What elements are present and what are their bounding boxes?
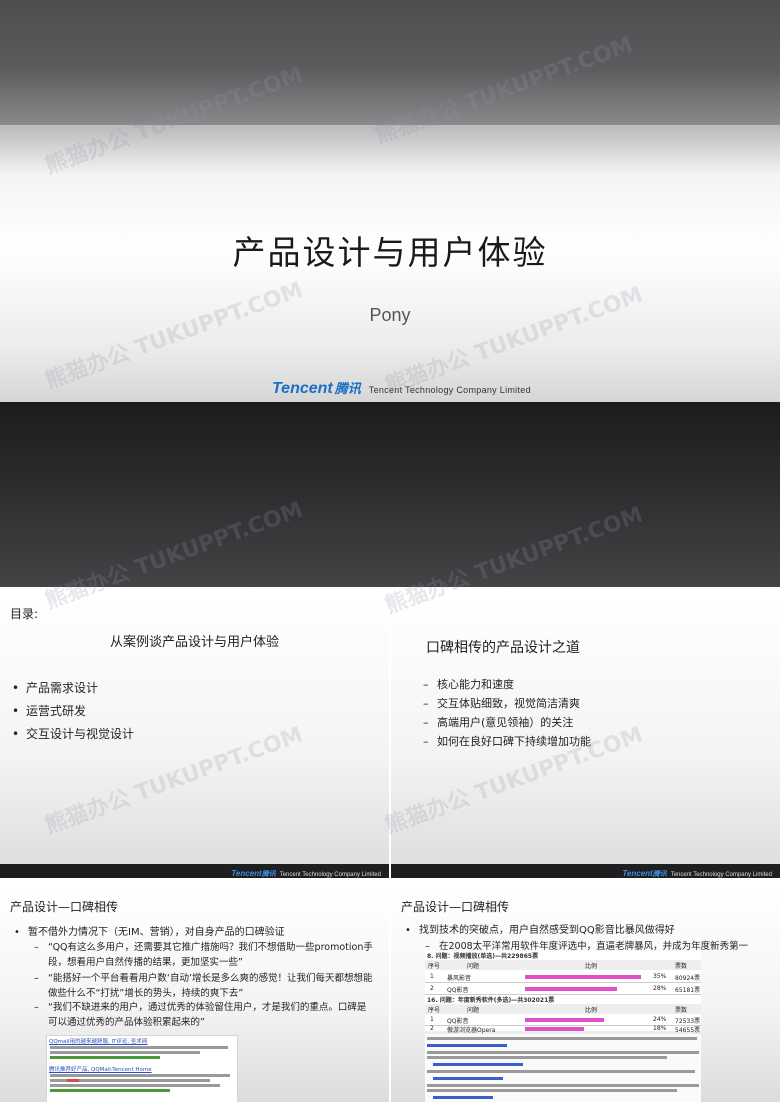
search-result-link: QQmail用的越来越舒服, IT评论, 圣术网 <box>49 1039 148 1045</box>
title-slide: 产品设计与用户体验 Pony Tencent 腾讯 Tencent Technolo… <box>0 0 780 587</box>
poll-header-cell: 比例 <box>585 963 598 970</box>
case1-slide: 产品设计—口碑相传 • 暂不借外力情况下（无IM、营销），对自身产品的口碑验证 –… <box>0 890 389 1102</box>
poll-cell: 暴风影音 <box>447 975 472 982</box>
footer-logo-cn: 腾讯 <box>261 870 276 878</box>
poll-header-cell: 比例 <box>585 1007 598 1014</box>
case2-bullet: • 找到技术的突破点，用户自然感受到QQ影音比暴风做得好 <box>405 925 675 936</box>
poll-bar <box>525 987 617 991</box>
case2-slide: 产品设计—口碑相传 • 找到技术的突破点，用户自然感受到QQ影音比暴风做得好 – 在… <box>391 890 780 1102</box>
case2-sub: – 在2008太平洋常用软件年度评选中，直逼老牌暴风，并成为年度新秀第一 <box>425 941 749 952</box>
poll2-title: 16. 问题：年度新秀软件(多选)—共302021票 <box>427 997 555 1004</box>
poll-cell: 72533票 <box>675 1018 701 1025</box>
footer-logo-cn: 腾讯 <box>652 870 667 878</box>
poll-header-cell: 票数 <box>675 963 688 970</box>
poll-cell: 24% <box>653 1016 667 1023</box>
poll-cell: 1 <box>430 973 434 980</box>
case1-quote-text: “我们不缺进来的用户，通过优秀的体验留住用户，才是我们的重点。口碑是可以通过优秀… <box>48 1002 367 1028</box>
footer-company: Tencent Technology Company Limited <box>279 872 381 878</box>
toc-item-label: 交互设计与视觉设计 <box>26 727 135 741</box>
poll1-row: 1 暴风影音 35% 80924票 <box>425 971 701 983</box>
presentation-title: 产品设计与用户体验 <box>232 233 548 272</box>
toc-slide: 目录: 从案例谈产品设计与用户体验 • 产品需求设计 • 运营式研发 • 交互设计与视… <box>0 599 389 878</box>
toc-item: • 运营式研发 <box>12 704 87 718</box>
poll-bar <box>525 975 641 979</box>
poll-cell: 65181票 <box>675 987 701 994</box>
case1-quote: – “QQ有这么多用户，还需要其它推广措施吗？我们不想借助一些promotion… <box>34 942 373 968</box>
poll-cell: 傲游浏览器Opera <box>447 1027 496 1034</box>
slide-footer: Tencent腾讯 Tencent Technology Company Limi… <box>391 864 780 878</box>
poll-screenshot: 8. 问题：视频播放(单选)—共229865票 序号 问题 比例 票数 1 暴风… <box>425 951 701 1034</box>
case1-bullet: • 暂不借外力情况下（无IM、营销），对自身产品的口碑验证 <box>14 927 285 938</box>
poll-cell: 2 <box>430 1025 434 1032</box>
poll-header-cell: 序号 <box>428 963 441 970</box>
case1-quote-text: “QQ有这么多用户，还需要其它推广措施吗？我们不想借助一些promotion手段… <box>48 942 373 968</box>
slide-footer: Tencent腾讯 Tencent Technology Company Limi… <box>0 864 389 878</box>
poll2-header: 序号 问题 比例 票数 <box>425 1004 701 1014</box>
footer-company: Tencent Technology Company Limited <box>670 872 772 878</box>
toc-item: • 产品需求设计 <box>12 681 99 695</box>
poll1-title: 8. 问题：视频播放(单选)—共229865票 <box>427 953 539 960</box>
case2-title: 产品设计—口碑相传 <box>401 900 510 914</box>
wom-item: – 如何在良好口碑下持续增加功能 <box>423 735 591 748</box>
poll-header-cell: 票数 <box>675 1007 688 1014</box>
company-name: Tencent Technology Company Limited <box>368 385 531 395</box>
wom-item: – 交互体贴细致，视觉简洁清爽 <box>423 697 580 710</box>
toc-label: 目录: <box>10 607 39 621</box>
poll-cell: 2 <box>430 985 434 992</box>
poll-cell: QQ影音 <box>447 1018 469 1025</box>
search-result-link: 腾讯推荐好产品, QQMail-Tencent Home <box>49 1067 152 1073</box>
case1-title: 产品设计—口碑相传 <box>10 900 119 914</box>
wom-item-label: 高端用户(意见领袖）的关注 <box>437 716 574 729</box>
wom-item-label: 交互体贴细致，视觉简洁清爽 <box>437 697 580 710</box>
poll-cell: 1 <box>430 1016 434 1023</box>
poll-cell: QQ影音 <box>447 987 469 994</box>
poll-cell: 35% <box>653 973 667 980</box>
wom-heading: 口碑相传的产品设计之道 <box>426 640 580 656</box>
title-slide-bottom-band <box>0 402 780 587</box>
wom-slide: 口碑相传的产品设计之道 – 核心能力和速度 – 交互体贴细致，视觉简洁清爽 – 高端用… <box>391 599 780 878</box>
slide-divider <box>389 587 391 1102</box>
poll-header-cell: 序号 <box>428 1007 441 1014</box>
toc-item-label: 产品需求设计 <box>26 681 99 695</box>
wom-item: – 核心能力和速度 <box>423 678 514 691</box>
search-results-screenshot: QQmail用的越来越舒服, IT评论, 圣术网 腾讯推荐好产品, QQMail… <box>46 1035 238 1102</box>
poll-header-cell: 问题 <box>467 1007 480 1014</box>
toc-item-label: 运营式研发 <box>26 704 87 718</box>
logo-word: Tencent <box>272 380 333 397</box>
case1-quote-text: “能搭好一个平台看看用户数‘自动’增长是多么爽的感觉！让我们每天都想想能做些什么… <box>48 973 373 999</box>
poll-cell: 54655票 <box>675 1027 701 1034</box>
case2-bullet-label: 找到技术的突破点，用户自然感受到QQ影音比暴风做得好 <box>419 925 675 936</box>
poll-cell: 18% <box>653 1025 667 1032</box>
poll-header-cell: 问题 <box>467 963 480 970</box>
footer-logo-word: Tencent <box>231 869 262 878</box>
poll-cell: 28% <box>653 985 667 992</box>
poll-cell: 80924票 <box>675 975 701 982</box>
poll1-header: 序号 问题 比例 票数 <box>425 960 701 970</box>
poll1-row: 2 QQ影音 28% 65181票 <box>425 983 701 995</box>
toc-heading: 从案例谈产品设计与用户体验 <box>109 635 279 650</box>
wom-item-label: 如何在良好口碑下持续增加功能 <box>437 735 591 748</box>
wom-item: – 高端用户(意见领袖）的关注 <box>423 716 574 729</box>
poll-bar <box>525 1027 584 1031</box>
title-slide-top-band <box>0 0 780 125</box>
footer-logo-word: Tencent <box>622 869 653 878</box>
tencent-logo: Tencent 腾讯 Tencent Technology Company Limi… <box>272 378 531 397</box>
case1-bullet-label: 暂不借外力情况下（无IM、营销），对自身产品的口碑验证 <box>28 927 285 938</box>
case1-quote: – “我们不缺进来的用户，通过优秀的体验留住用户，才是我们的重点。口碑是可以通过… <box>34 1000 374 1030</box>
case1-quote: – “能搭好一个平台看看用户数‘自动’增长是多么爽的感觉！让我们每天都想想能做些… <box>34 973 373 999</box>
presentation-author: Pony <box>369 305 411 325</box>
wom-item-label: 核心能力和速度 <box>437 678 514 691</box>
forum-screenshot <box>425 1034 701 1102</box>
poll-bar <box>525 1018 604 1022</box>
toc-item: • 交互设计与视觉设计 <box>12 727 135 741</box>
logo-cn: 腾讯 <box>334 382 361 397</box>
